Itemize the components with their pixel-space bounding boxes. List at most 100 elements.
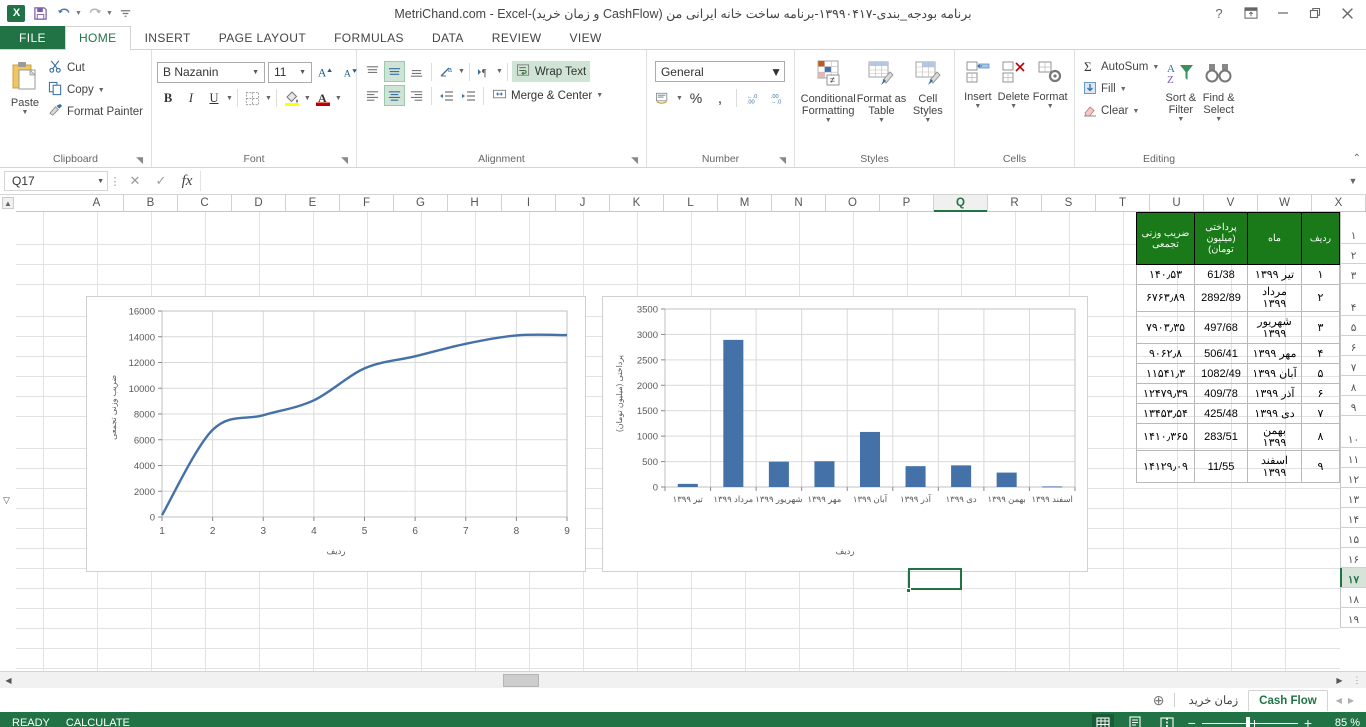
vertical-scrollbar-area[interactable]: ▲ ▽: [0, 195, 16, 671]
column-header-r[interactable]: R: [988, 195, 1042, 211]
tab-view[interactable]: VIEW: [556, 26, 616, 49]
paste-button[interactable]: Paste ▼: [5, 57, 45, 116]
copy-dropdown-icon[interactable]: ▼: [98, 87, 105, 94]
number-format-combo[interactable]: General ▼: [655, 61, 785, 82]
bar-9[interactable]: [1042, 486, 1062, 487]
copy-button[interactable]: Copy ▼: [45, 79, 146, 101]
column-header-a[interactable]: A: [70, 195, 124, 211]
zoom-out-button[interactable]: −: [1188, 715, 1196, 727]
cell-d9[interactable]: ۱۴۱۰٫۳۶۵: [1137, 424, 1195, 451]
borders-button[interactable]: [242, 87, 264, 109]
borders-dropdown-icon[interactable]: ▼: [265, 95, 272, 102]
table-header-a[interactable]: ردیف: [1302, 213, 1340, 265]
find-select-dropdown-icon[interactable]: ▼: [1215, 116, 1222, 123]
cell-styles-button[interactable]: Cell Styles ▼: [907, 57, 949, 124]
sort-and-filter-button[interactable]: AZ Sort & Filter ▼: [1162, 58, 1199, 123]
column-header-m[interactable]: M: [718, 195, 772, 211]
underline-dropdown-icon[interactable]: ▼: [226, 95, 233, 102]
cell-d7[interactable]: ۱۲۴۷۹٫۳۹: [1137, 384, 1195, 404]
cumulative-weight-line-chart[interactable]: 0200040006000800010000120001400016000123…: [86, 296, 586, 572]
budget-table[interactable]: ردیفماهپرداختی (میلیون تومان)ضریب وزنی ت…: [1136, 212, 1340, 483]
column-header-d[interactable]: D: [232, 195, 286, 211]
column-header-v[interactable]: V: [1204, 195, 1258, 211]
paste-dropdown-icon[interactable]: ▼: [22, 109, 29, 116]
insert-dropdown-icon[interactable]: ▼: [974, 103, 981, 110]
cell-styles-dropdown-icon[interactable]: ▼: [924, 117, 931, 124]
cell-c10[interactable]: 11/55: [1195, 451, 1248, 483]
alignment-dialog-launcher-icon[interactable]: ◥: [631, 155, 638, 166]
percent-style-button[interactable]: %: [685, 87, 707, 109]
table-row[interactable]: ۷دی ۱۳۹۹425/48۱۳۴۵۳٫۵۴: [1137, 404, 1340, 424]
row-header-13[interactable]: ۱۳: [1340, 488, 1366, 508]
font-size-dropdown-icon[interactable]: ▼: [296, 69, 309, 76]
column-header-h[interactable]: H: [448, 195, 502, 211]
tab-formulas[interactable]: FORMULAS: [320, 26, 418, 49]
tab-home[interactable]: HOME: [65, 26, 131, 50]
format-as-table-dropdown-icon[interactable]: ▼: [878, 117, 885, 124]
cell-b4[interactable]: شهریور ۱۳۹۹: [1248, 312, 1302, 344]
accounting-dropdown-icon[interactable]: ▼: [676, 95, 683, 102]
number-format-dropdown-icon[interactable]: ▼: [770, 65, 782, 79]
table-row[interactable]: ۶آذر ۱۳۹۹409/78۱۲۴۷۹٫۳۹: [1137, 384, 1340, 404]
cell-d4[interactable]: ۷۹۰۳٫۳۵: [1137, 312, 1195, 344]
bar-7[interactable]: [951, 465, 971, 487]
cell-b7[interactable]: آذر ۱۳۹۹: [1248, 384, 1302, 404]
column-header-t[interactable]: T: [1096, 195, 1150, 211]
cell-a10[interactable]: ۹: [1302, 451, 1340, 483]
close-button[interactable]: [1332, 1, 1362, 25]
zoom-thumb[interactable]: [1246, 717, 1250, 727]
cell-d8[interactable]: ۱۳۴۵۳٫۵۴: [1137, 404, 1195, 424]
cell-b6[interactable]: آبان ۱۳۹۹: [1248, 364, 1302, 384]
cell-a8[interactable]: ۷: [1302, 404, 1340, 424]
horizontal-scrollbar[interactable]: ◀ ▶ ⋮: [0, 671, 1366, 688]
column-header-j[interactable]: J: [556, 195, 610, 211]
increase-font-size-button[interactable]: A: [315, 61, 337, 83]
bar-8[interactable]: [997, 473, 1017, 487]
split-handle-icon[interactable]: ▽: [3, 495, 10, 506]
autosum-button[interactable]: Σ AutoSum ▼: [1080, 56, 1162, 78]
table-row[interactable]: ۲مرداد ۱۳۹۹2892/89۶۷۶۳٫۸۹: [1137, 285, 1340, 312]
fill-color-dropdown-icon[interactable]: ▼: [304, 95, 311, 102]
bar-6[interactable]: [906, 466, 926, 487]
table-row[interactable]: ۵آبان ۱۳۹۹1082/49۱۱۵۴۱٫۳: [1137, 364, 1340, 384]
clear-button[interactable]: Clear ▼: [1080, 100, 1162, 122]
bar-1[interactable]: [678, 484, 698, 487]
format-painter-button[interactable]: Format Painter: [45, 101, 146, 123]
next-sheet-icon[interactable]: ▶: [1348, 696, 1354, 705]
column-header-s[interactable]: S: [1042, 195, 1096, 211]
merge-center-dropdown-icon[interactable]: ▼: [596, 92, 603, 99]
normal-view-icon[interactable]: [1092, 714, 1114, 727]
bar-5[interactable]: [860, 432, 880, 487]
autosum-dropdown-icon[interactable]: ▼: [1152, 64, 1159, 71]
cell-c4[interactable]: 497/68: [1195, 312, 1248, 344]
zoom-track[interactable]: [1202, 723, 1298, 724]
format-as-table-button[interactable]: Format as Table ▼: [856, 57, 906, 124]
row-header-12[interactable]: ۱۲: [1340, 468, 1366, 488]
formula-input[interactable]: [200, 171, 1344, 191]
new-sheet-button[interactable]: ⊕: [1148, 689, 1170, 711]
tab-page-layout[interactable]: PAGE LAYOUT: [205, 26, 320, 49]
cell-a6[interactable]: ۵: [1302, 364, 1340, 384]
save-icon[interactable]: [29, 3, 51, 23]
table-row[interactable]: ۸بهمن ۱۳۹۹283/51۱۴۱۰٫۳۶۵: [1137, 424, 1340, 451]
h-split-handle[interactable]: ⋮: [1348, 675, 1366, 686]
cell-b3[interactable]: مرداد ۱۳۹۹: [1248, 285, 1302, 312]
number-dialog-launcher-icon[interactable]: ◥: [779, 155, 786, 166]
cell-c8[interactable]: 425/48: [1195, 404, 1248, 424]
name-box[interactable]: Q17 ▼: [4, 171, 108, 191]
column-header-p[interactable]: P: [880, 195, 934, 211]
cell-c3[interactable]: 2892/89: [1195, 285, 1248, 312]
row-header-15[interactable]: ۱۵: [1340, 528, 1366, 548]
conditional-formatting-button[interactable]: ≠ Conditional Formatting ▼: [800, 57, 856, 124]
delete-dropdown-icon[interactable]: ▼: [1010, 103, 1017, 110]
delete-cells-button[interactable]: Delete ▼: [996, 57, 1032, 110]
clear-dropdown-icon[interactable]: ▼: [1132, 108, 1139, 115]
selected-cell-q17[interactable]: [908, 568, 962, 590]
redo-icon[interactable]: [84, 3, 106, 23]
column-header-k[interactable]: K: [610, 195, 664, 211]
row-header-4[interactable]: ۴: [1340, 284, 1366, 316]
row-header-3[interactable]: ۳: [1340, 264, 1366, 284]
page-layout-view-icon[interactable]: [1124, 714, 1146, 727]
font-color-button[interactable]: A: [312, 87, 334, 109]
column-header-q[interactable]: Q: [934, 195, 988, 211]
